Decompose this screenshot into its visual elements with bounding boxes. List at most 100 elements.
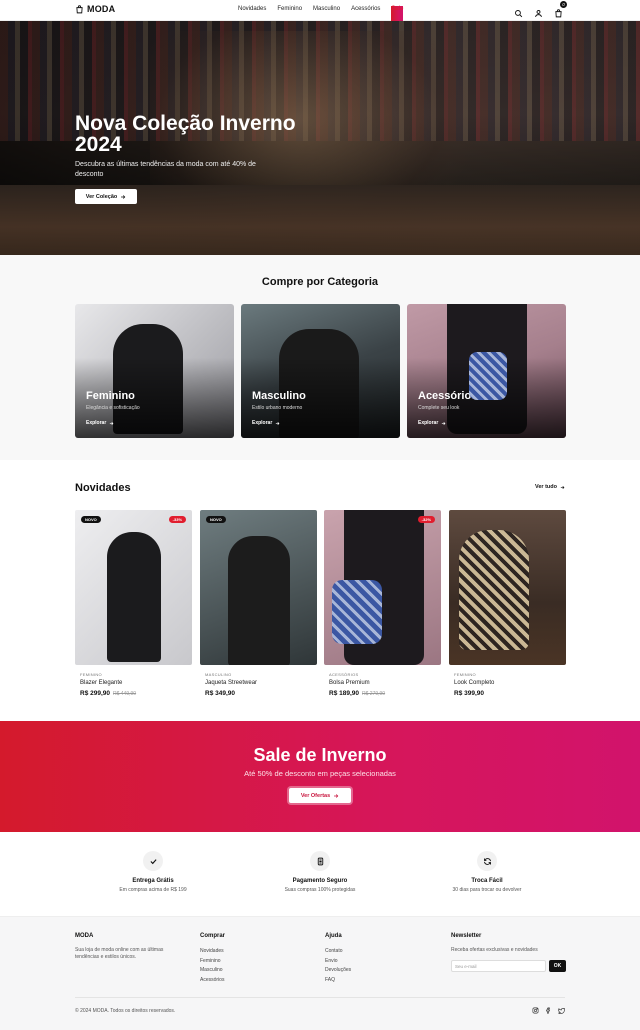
- product-image: [449, 510, 566, 665]
- see-all-link[interactable]: Ver tudo: [535, 484, 565, 490]
- product-image: -32%: [324, 510, 441, 665]
- category-explore-link[interactable]: Explorar: [86, 420, 114, 426]
- product-price-row: R$ 399,90: [454, 690, 566, 697]
- bag-image: [469, 352, 507, 400]
- product-card[interactable]: FEMININO Look Completo R$ 399,90: [449, 510, 566, 697]
- category-title: Masculino: [252, 390, 306, 402]
- shopping-bag-icon: [76, 4, 83, 13]
- feature-desc: 30 dias para trocar ou devolver: [452, 887, 522, 893]
- facebook-icon[interactable]: [545, 1007, 552, 1014]
- new-badge: NOVO: [206, 516, 226, 523]
- feature-title: Pagamento Seguro: [292, 878, 348, 884]
- new-arrivals-title: Novidades: [75, 482, 131, 494]
- newsletter-submit-button[interactable]: OK: [549, 960, 566, 972]
- account-button[interactable]: [534, 5, 543, 18]
- features-section: Entrega Grátis Em compras acima de R$ 19…: [0, 832, 640, 916]
- twitter-icon[interactable]: [558, 1007, 565, 1014]
- footer-link-feminino[interactable]: Feminino: [200, 957, 225, 967]
- product-name: Look Completo: [454, 680, 495, 686]
- footer-brand-title: MODA: [75, 933, 94, 939]
- product-image: NOVO -33%: [75, 510, 192, 665]
- bag-image: [332, 580, 382, 644]
- copyright: © 2024 MODA. Todos os direitos reservado…: [75, 1008, 176, 1014]
- product-price-row: R$ 299,90 R$ 449,90: [80, 690, 192, 697]
- social-links: [532, 1007, 565, 1014]
- product-category: FEMININO: [454, 672, 476, 677]
- product-old-price: R$ 279,90: [362, 691, 386, 697]
- category-explore-link[interactable]: Explorar: [418, 420, 446, 426]
- cart-button[interactable]: 0: [554, 1, 567, 18]
- arrow-right-icon: [110, 421, 114, 425]
- product-category: FEMININO: [80, 672, 102, 677]
- category-subtitle: Complete seu look: [418, 405, 460, 411]
- view-offers-label: Ver Ofertas: [300, 792, 331, 799]
- new-arrivals-section: Novidades Ver tudo NOVO -33% FEMININO Bl…: [0, 460, 640, 721]
- product-name: Jaqueta Streetwear: [205, 680, 258, 686]
- instagram-icon[interactable]: [532, 1007, 539, 1014]
- category-subtitle: Estilo urbano moderno: [252, 405, 303, 411]
- product-image: NOVO: [200, 510, 317, 665]
- category-explore-link[interactable]: Explorar: [252, 420, 280, 426]
- product-card[interactable]: -32% ACESSÓRIOS Bolsa Premium R$ 189,90 R…: [324, 510, 441, 697]
- newsletter-title: Newsletter: [451, 933, 482, 939]
- hero-banner: Nova Coleção Inverno 2024 Descubra as úl…: [0, 21, 640, 255]
- arrow-right-icon: [276, 421, 280, 425]
- footer-link-devolucoes[interactable]: Devoluções: [325, 966, 351, 976]
- discount-badge: -32%: [417, 516, 435, 523]
- feature-secure-payment: Pagamento Seguro Suas compras 100% prote…: [260, 851, 380, 893]
- view-collection-button[interactable]: Ver Coleção: [75, 189, 137, 204]
- cart-bag-icon: [555, 9, 562, 18]
- product-price: R$ 349,90: [205, 690, 235, 697]
- header-actions: 0: [514, 1, 567, 18]
- footer-link-faq[interactable]: FAQ: [325, 976, 351, 986]
- category-card-acessorios[interactable]: Acessórios Complete seu look Explorar: [407, 304, 566, 438]
- logo[interactable]: MODA: [75, 4, 115, 14]
- check-icon: [149, 858, 157, 864]
- footer-brand-desc: Sua loja de moda online com as últimas t…: [75, 947, 164, 960]
- product-category: ACESSÓRIOS: [329, 672, 359, 677]
- feature-easy-exchange: Troca Fácil 30 dias para trocar ou devol…: [427, 851, 547, 893]
- footer-shop-title: Comprar: [200, 933, 226, 939]
- footer-link-contato[interactable]: Contato: [325, 947, 351, 957]
- feature-title: Entrega Grátis: [132, 878, 174, 884]
- newsletter-form: Seu e-mail OK: [451, 960, 571, 972]
- footer-link-acessorios[interactable]: Acessórios: [200, 976, 225, 986]
- category-card-masculino[interactable]: Masculino Estilo urbano moderno Explorar: [241, 304, 400, 438]
- product-price: R$ 189,90: [329, 690, 359, 697]
- arrow-right-icon: [334, 793, 339, 798]
- footer-help-title: Ajuda: [325, 933, 342, 939]
- feature-icon-wrap: [143, 851, 163, 871]
- search-button[interactable]: [514, 5, 523, 18]
- category-card-feminino[interactable]: Feminino Elegância e sofisticação Explor…: [75, 304, 234, 438]
- feature-free-shipping: Entrega Grátis Em compras acima de R$ 19…: [93, 851, 213, 893]
- sale-subtitle: Até 50% de desconto em peças selecionada…: [244, 769, 396, 778]
- product-old-price: R$ 449,90: [113, 691, 137, 697]
- logo-text: MODA: [87, 4, 116, 14]
- product-name: Bolsa Premium: [329, 680, 370, 686]
- product-category: MASCULINO: [205, 672, 232, 677]
- product-price-row: R$ 189,90 R$ 279,90: [329, 690, 441, 697]
- sale-banner: Sale de Inverno Até 50% de desconto em p…: [0, 721, 640, 832]
- footer-link-masculino[interactable]: Masculino: [200, 966, 225, 976]
- view-offers-button[interactable]: Ver Ofertas: [289, 788, 351, 803]
- feature-title: Troca Fácil: [471, 878, 503, 884]
- product-card[interactable]: NOVO MASCULINO Jaqueta Streetwear R$ 349…: [200, 510, 317, 697]
- site-header: MODA Novidades Feminino Masculino Acessó…: [0, 0, 640, 117]
- arrow-right-icon: [560, 485, 565, 489]
- footer-brand: MODA Sua loja de moda online com as últi…: [75, 933, 185, 961]
- explore-label: Explorar: [418, 420, 439, 426]
- footer-link-envio[interactable]: Envio: [325, 957, 351, 967]
- discount-badge: -33%: [168, 516, 186, 523]
- cart-count-badge: 0: [560, 1, 567, 8]
- categories-section: Compre por Categoria Feminino Elegância …: [0, 255, 640, 460]
- arrow-right-icon: [121, 194, 126, 199]
- arrow-right-icon: [442, 421, 446, 425]
- product-card[interactable]: NOVO -33% FEMININO Blazer Elegante R$ 29…: [75, 510, 192, 697]
- newsletter-email-input[interactable]: Seu e-mail: [451, 960, 546, 972]
- search-icon: [515, 10, 523, 18]
- product-price: R$ 299,90: [80, 690, 110, 697]
- user-icon: [535, 10, 542, 18]
- product-price-row: R$ 349,90: [205, 690, 317, 697]
- explore-label: Explorar: [86, 420, 107, 426]
- footer-link-novidades[interactable]: Novidades: [200, 947, 225, 957]
